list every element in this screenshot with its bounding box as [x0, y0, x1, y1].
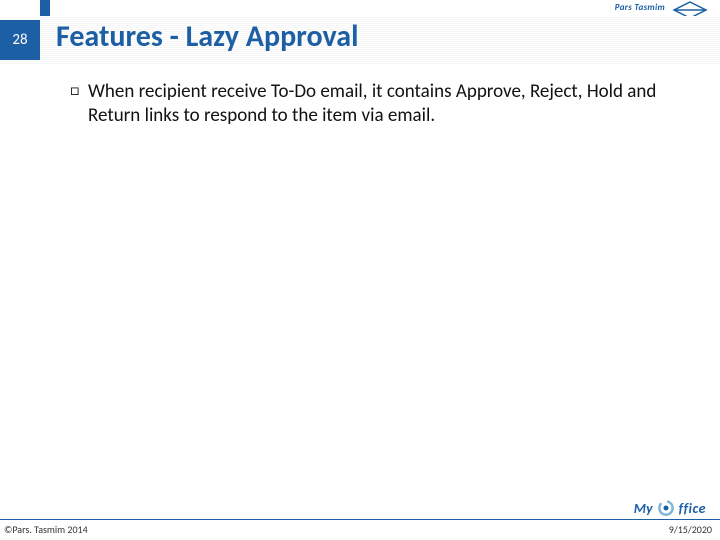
page-number-badge: 28 — [0, 20, 40, 60]
brand-text: Pars Tasmim — [615, 2, 665, 13]
bullet-item: □ When recipient receive To-Do email, it… — [70, 80, 680, 128]
slide-title: Features - Lazy Approval — [56, 18, 700, 55]
footer-logo: My ffice — [634, 498, 706, 518]
header-strip — [0, 0, 720, 16]
footer-copyright: ©Pars. Tasmim 2014 — [4, 523, 88, 536]
footer-date: 9/15/2020 — [669, 523, 712, 536]
page-number: 28 — [12, 31, 27, 49]
footer-divider — [0, 519, 720, 520]
bullet-text: When recipient receive To-Do email, it c… — [88, 80, 680, 128]
slide-body: □ When recipient receive To-Do email, it… — [70, 80, 680, 128]
spinner-icon — [656, 498, 676, 518]
slide: Pars Tasmim 28 Features - Lazy Approval … — [0, 0, 720, 540]
header-texture — [0, 0, 720, 16]
footer-logo-right: ffice — [679, 500, 706, 517]
bullet-marker-icon: □ — [70, 80, 88, 128]
header-accent — [40, 0, 50, 16]
footer-logo-left: My — [634, 500, 653, 517]
